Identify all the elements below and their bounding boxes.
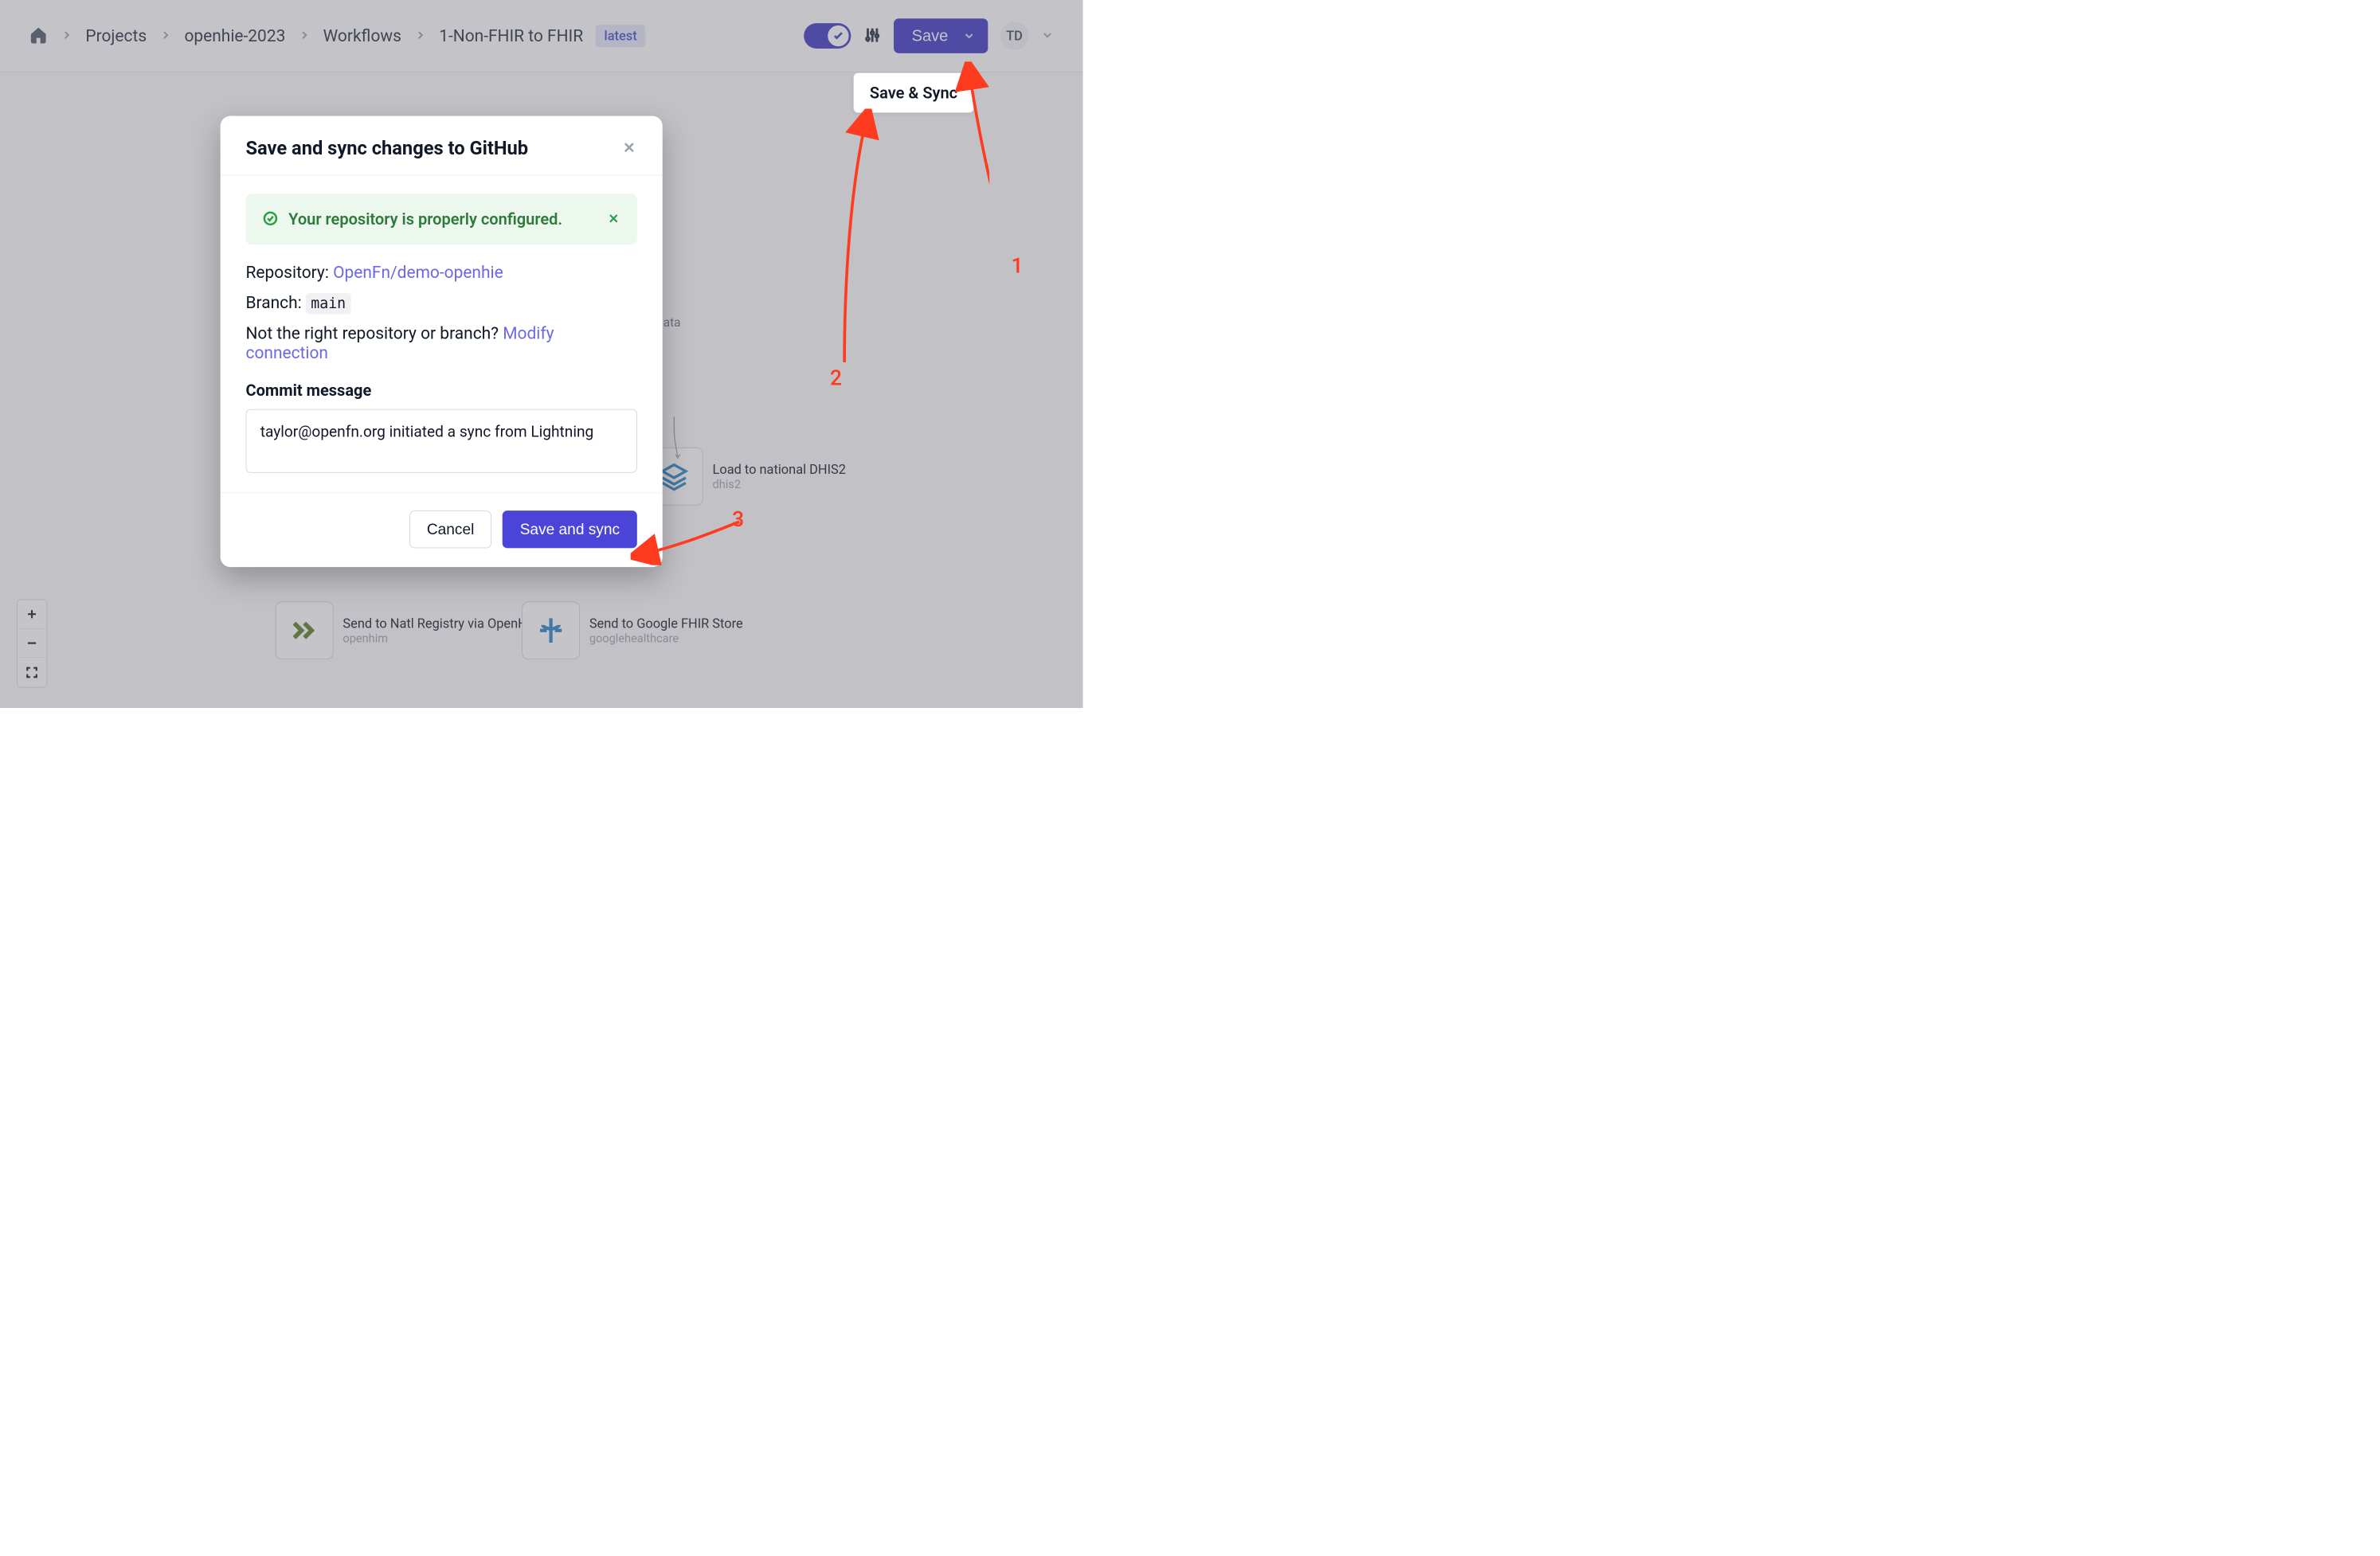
annotation-label-3: 3 (732, 507, 744, 532)
modify-prefix: Not the right repository or branch? (245, 323, 503, 343)
commit-message-input[interactable] (245, 409, 636, 473)
commit-message-label: Commit message (245, 381, 636, 400)
repository-row: Repository: OpenFn/demo-openhie (245, 263, 636, 283)
annotation-label-1: 1 (1011, 254, 1023, 279)
save-sync-modal: Save and sync changes to GitHub Your rep… (221, 116, 663, 567)
annotation-arrow-2 (826, 109, 898, 370)
cancel-button[interactable]: Cancel (409, 510, 491, 548)
save-and-sync-button[interactable]: Save and sync (503, 510, 637, 548)
repository-link[interactable]: OpenFn/demo-openhie (333, 263, 503, 283)
config-alert: Your repository is properly configured. (245, 194, 636, 244)
repository-label: Repository: (245, 263, 328, 283)
branch-row: Branch: main (245, 293, 636, 313)
close-icon[interactable] (607, 212, 620, 227)
annotation-label-2: 2 (830, 366, 842, 391)
alert-text: Your repository is properly configured. (288, 209, 597, 229)
modal-title: Save and sync changes to GitHub (245, 137, 528, 159)
close-icon[interactable] (621, 139, 637, 157)
annotation-arrow-3 (631, 514, 747, 565)
check-circle-icon (262, 210, 278, 228)
modify-row: Not the right repository or branch? Modi… (245, 323, 636, 362)
branch-value: main (306, 293, 351, 314)
branch-label: Branch: (245, 293, 301, 313)
